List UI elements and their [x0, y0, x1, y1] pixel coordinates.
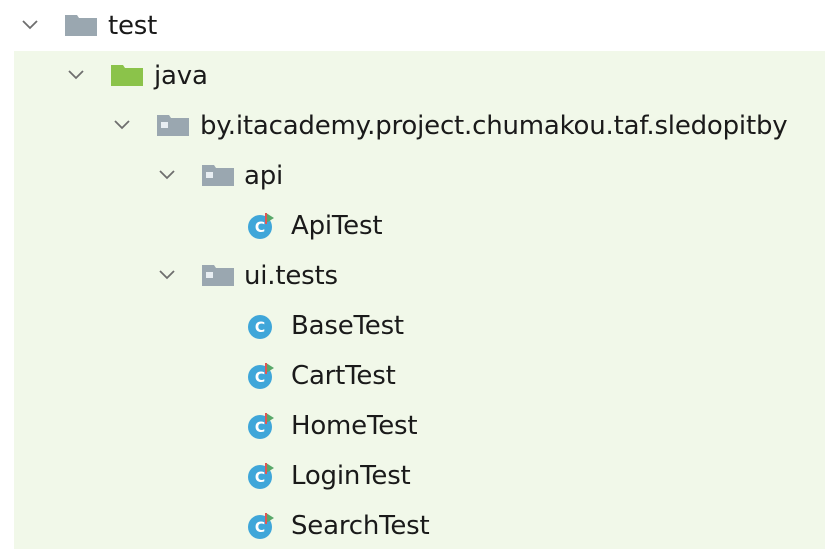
- tree-row-package[interactable]: by.itacademy.project.chumakou.taf.sledop…: [14, 101, 825, 151]
- tree-label-package: by.itacademy.project.chumakou.taf.sledop…: [200, 111, 788, 141]
- chevron-down-icon[interactable]: [112, 115, 132, 135]
- package-icon: [202, 264, 234, 286]
- tree-row-basetest[interactable]: C BaseTest: [14, 301, 825, 351]
- tree-label-test: test: [108, 11, 158, 41]
- tree-label-carttest: CartTest: [291, 361, 396, 391]
- svg-text:C: C: [255, 370, 265, 386]
- tree-label-java: java: [154, 61, 208, 91]
- tree-row-ui-tests[interactable]: ui.tests: [14, 251, 825, 301]
- tree-row-carttest[interactable]: C CartTest: [14, 351, 825, 401]
- svg-text:C: C: [255, 520, 265, 536]
- tree-row-logintest[interactable]: C LoginTest: [14, 451, 825, 501]
- svg-text:C: C: [255, 470, 265, 486]
- tree-label-basetest: BaseTest: [291, 311, 404, 341]
- folder-icon: [65, 14, 97, 36]
- chevron-down-icon[interactable]: [66, 65, 86, 85]
- tree-label-logintest: LoginTest: [291, 461, 411, 491]
- test-class-icon: C: [246, 211, 276, 241]
- tree-row-apitest[interactable]: C ApiTest: [14, 201, 825, 251]
- tree-label-searchtest: SearchTest: [291, 511, 430, 541]
- svg-text:C: C: [255, 420, 265, 436]
- chevron-down-icon[interactable]: [20, 15, 40, 35]
- tree-row-java[interactable]: java: [14, 51, 825, 101]
- project-tree: test java by.itacademy.project.chumakou.…: [0, 0, 825, 549]
- test-class-icon: C: [246, 461, 276, 491]
- chevron-down-icon[interactable]: [157, 165, 177, 185]
- tree-label-apitest: ApiTest: [291, 211, 383, 241]
- test-class-icon: C: [246, 511, 276, 541]
- package-icon: [202, 164, 234, 186]
- chevron-down-icon[interactable]: [157, 265, 177, 285]
- tree-label-ui-tests: ui.tests: [244, 261, 338, 291]
- svg-text:C: C: [255, 320, 265, 336]
- class-icon: C: [246, 311, 276, 341]
- test-class-icon: C: [246, 411, 276, 441]
- tree-row-test[interactable]: test: [0, 1, 825, 51]
- tree-row-api[interactable]: api: [14, 151, 825, 201]
- tree-row-searchtest[interactable]: C SearchTest: [14, 501, 825, 549]
- source-folder-icon: [111, 64, 143, 86]
- tree-label-api: api: [244, 161, 284, 191]
- test-class-icon: C: [246, 361, 276, 391]
- svg-text:C: C: [255, 220, 265, 236]
- tree-row-hometest[interactable]: C HomeTest: [14, 401, 825, 451]
- tree-label-hometest: HomeTest: [291, 411, 418, 441]
- package-icon: [157, 114, 189, 136]
